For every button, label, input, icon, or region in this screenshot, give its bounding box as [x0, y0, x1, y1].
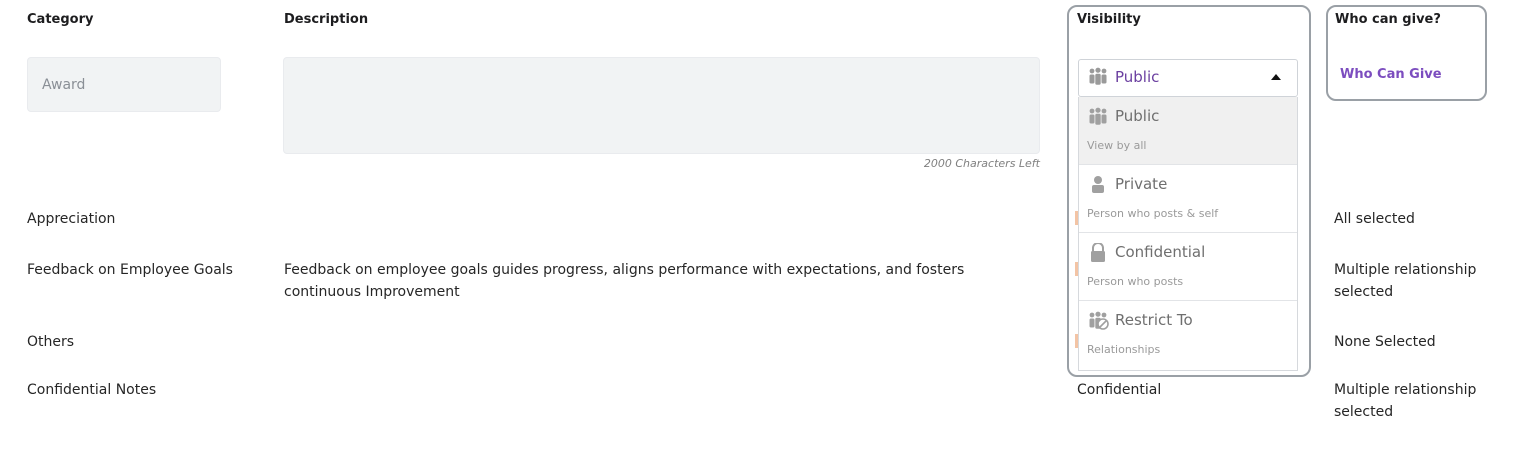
restricted-group-icon: [1087, 311, 1109, 335]
row-category-others: Others: [27, 334, 75, 350]
visibility-dropdown-menu: Public View by all Private Person who po…: [1078, 97, 1298, 371]
visibility-selected-value: Public: [1115, 68, 1160, 86]
row-visibility-confidential-notes: Confidential: [1077, 382, 1162, 398]
caret-up-icon[interactable]: [1271, 74, 1281, 80]
description-textarea[interactable]: [283, 57, 1040, 154]
row-category-feedback: Feedback on Employee Goals: [27, 262, 233, 278]
category-input[interactable]: Award: [27, 57, 221, 112]
description-header: Description: [284, 12, 369, 27]
row-category-appreciation: Appreciation: [27, 211, 116, 227]
row-who-can-give-feedback: Multiple relationship selected: [1334, 262, 1477, 300]
characters-left-counter: 2000 Characters Left: [923, 157, 1040, 170]
row-who-can-give-confidential-notes: Multiple relationship selected: [1334, 382, 1477, 420]
visibility-header: Visibility: [1077, 12, 1141, 27]
row-category-confidential-notes: Confidential Notes: [27, 382, 157, 398]
option-description: View by all: [1087, 139, 1147, 152]
lock-icon: [1087, 242, 1109, 267]
row-who-can-give-appreciation: All selected: [1334, 211, 1415, 227]
option-label: Restrict To: [1115, 311, 1193, 329]
visibility-option-restrict-to[interactable]: Restrict To Relationships: [1079, 301, 1297, 369]
option-description: Person who posts: [1087, 275, 1184, 288]
option-label: Public: [1115, 107, 1160, 125]
option-description: Person who posts & self: [1087, 207, 1219, 220]
category-header: Category: [27, 12, 94, 27]
row-description-feedback: Feedback on employee goals guides progre…: [284, 262, 965, 300]
person-icon: [1087, 175, 1109, 199]
who-can-give-link[interactable]: Who Can Give: [1340, 67, 1442, 82]
option-label: Private: [1115, 175, 1168, 193]
people-group-icon: [1087, 107, 1109, 131]
visibility-option-public[interactable]: Public View by all: [1079, 97, 1297, 165]
visibility-option-confidential[interactable]: Confidential Person who posts: [1079, 233, 1297, 301]
option-label: Confidential: [1115, 243, 1206, 261]
visibility-select[interactable]: [1078, 59, 1298, 97]
people-group-icon: [1087, 67, 1109, 91]
row-who-can-give-others: None Selected: [1334, 334, 1436, 350]
who-can-give-header: Who can give?: [1335, 12, 1441, 27]
option-description: Relationships: [1087, 343, 1161, 356]
visibility-option-private[interactable]: Private Person who posts & self: [1079, 165, 1297, 233]
